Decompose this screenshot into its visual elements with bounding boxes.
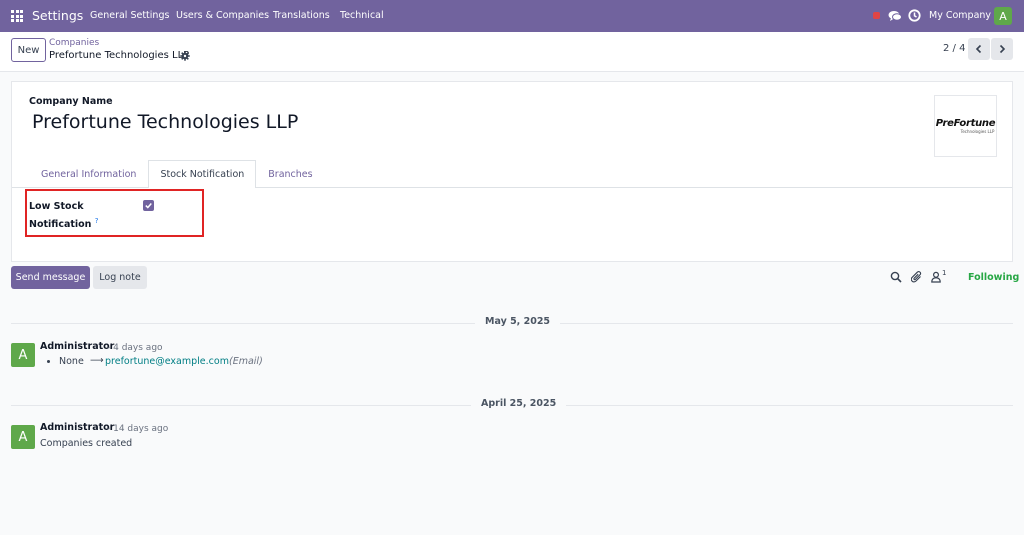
new-button[interactable]: New bbox=[11, 38, 46, 62]
control-panel: New Companies Prefortune Technologies LL… bbox=[0, 32, 1024, 72]
gear-icon[interactable] bbox=[180, 51, 190, 61]
follower-count: 1 bbox=[942, 269, 947, 277]
pager-previous-button[interactable] bbox=[968, 38, 990, 60]
breadcrumb-current: Prefortune Technologies LLP bbox=[49, 50, 190, 61]
menu-translations[interactable]: Translations bbox=[273, 10, 330, 21]
date-label: April 25, 2025 bbox=[471, 398, 567, 409]
company-name-field[interactable]: Prefortune Technologies LLP bbox=[32, 111, 298, 133]
author-avatar[interactable]: A bbox=[11, 425, 35, 449]
chevron-left-icon bbox=[975, 44, 982, 54]
low-stock-label-line1: Low Stock bbox=[29, 201, 84, 212]
pager-value: 2 / 4 bbox=[943, 43, 966, 54]
tab-branches[interactable]: Branches bbox=[256, 160, 324, 187]
tracking-old-value: None bbox=[59, 356, 84, 367]
company-switcher[interactable]: My Company bbox=[929, 10, 991, 21]
menu-general-settings[interactable]: General Settings bbox=[90, 10, 169, 21]
logo-subtext: Technologies LLP bbox=[960, 129, 995, 134]
list-bullet bbox=[47, 360, 50, 363]
send-message-button[interactable]: Send message bbox=[11, 266, 90, 289]
date-separator: May 5, 2025 bbox=[11, 316, 1013, 330]
notebook-tabs: General Information Stock Notification B… bbox=[29, 160, 325, 188]
pager-next-button[interactable] bbox=[991, 38, 1013, 60]
message-timestamp: - 14 days ago bbox=[107, 424, 169, 434]
followers-icon[interactable] bbox=[930, 271, 942, 283]
low-stock-notification-checkbox[interactable] bbox=[143, 200, 154, 211]
low-stock-label-line2: Notification bbox=[29, 219, 92, 231]
checkmark-icon bbox=[145, 203, 152, 209]
form-sheet: Company Name Prefortune Technologies LLP… bbox=[11, 81, 1013, 262]
low-stock-notification-label: Low Stock Notification ? bbox=[29, 199, 129, 232]
tab-stock-notification[interactable]: Stock Notification bbox=[148, 160, 257, 188]
app-title[interactable]: Settings bbox=[32, 8, 83, 23]
clock-icon[interactable] bbox=[908, 9, 921, 22]
chevron-right-icon bbox=[999, 44, 1006, 54]
company-logo[interactable]: PreFortune Technologies LLP bbox=[934, 95, 997, 157]
author-avatar[interactable]: A bbox=[11, 343, 35, 367]
apps-grid-icon[interactable] bbox=[11, 10, 23, 22]
log-note-button[interactable]: Log note bbox=[93, 266, 147, 289]
message-author[interactable]: Administrator bbox=[40, 422, 114, 433]
message-timestamp: - 4 days ago bbox=[107, 343, 163, 353]
company-name-label: Company Name bbox=[29, 96, 113, 107]
menu-technical[interactable]: Technical bbox=[340, 10, 384, 21]
chat-icon[interactable] bbox=[888, 9, 902, 23]
top-navbar: Settings General Settings Users & Compan… bbox=[0, 0, 1024, 32]
tab-general-information[interactable]: General Information bbox=[29, 160, 148, 187]
arrow-right-icon: ⟶ bbox=[90, 355, 104, 366]
tracking-new-value: prefortune@example.com bbox=[105, 356, 229, 367]
menu-users-companies[interactable]: Users & Companies bbox=[176, 10, 269, 21]
message-body: Companies created bbox=[40, 438, 133, 449]
following-button[interactable]: Following bbox=[968, 272, 1019, 283]
paperclip-icon[interactable] bbox=[911, 271, 923, 283]
search-icon[interactable] bbox=[890, 271, 902, 283]
user-avatar[interactable]: A bbox=[994, 7, 1012, 25]
tracking-field-name: (Email) bbox=[229, 356, 263, 367]
help-tooltip-icon[interactable]: ? bbox=[95, 217, 99, 225]
breadcrumb-companies[interactable]: Companies bbox=[49, 38, 99, 48]
status-indicator-icon[interactable] bbox=[873, 12, 880, 19]
date-label: May 5, 2025 bbox=[475, 316, 561, 327]
logo-text: PreFortune bbox=[935, 118, 996, 129]
message-author[interactable]: Administrator bbox=[40, 341, 114, 352]
date-separator: April 25, 2025 bbox=[11, 398, 1013, 412]
